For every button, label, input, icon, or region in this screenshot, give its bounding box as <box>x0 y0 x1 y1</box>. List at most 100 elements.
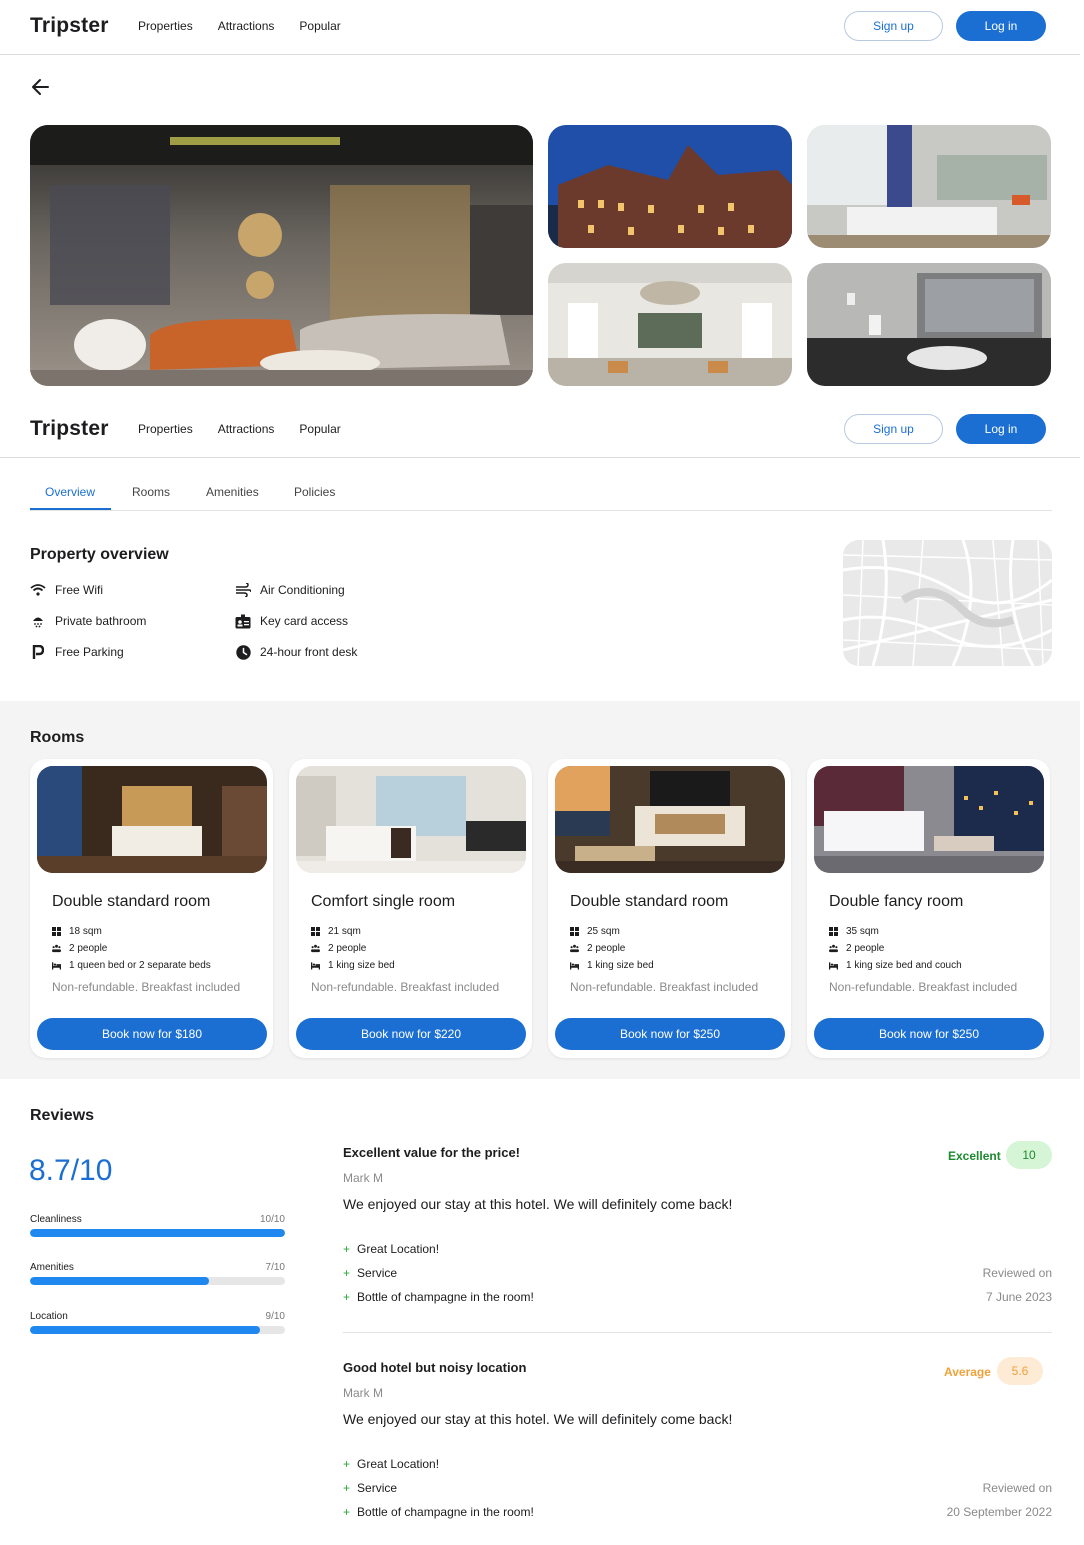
location-map[interactable] <box>843 540 1052 666</box>
room-photo[interactable] <box>814 766 1044 873</box>
gallery-photo-bedroom[interactable] <box>807 125 1051 248</box>
bed-icon <box>311 961 320 970</box>
review-pro: + Bottle of champagne in the room! <box>343 1505 534 1519</box>
nav-popular[interactable]: Popular <box>299 19 340 33</box>
top-header: Tripster Properties Attractions Popular … <box>0 0 1080 55</box>
room-people-text: 2 people <box>846 943 885 954</box>
category-bar <box>30 1277 285 1285</box>
nav-properties[interactable]: Properties <box>138 19 193 33</box>
back-arrow-icon[interactable] <box>30 77 52 97</box>
room-policy: Non-refundable. Breakfast included <box>829 980 1018 994</box>
review-author: Mark M <box>343 1171 383 1185</box>
room-size: 18 sqm <box>52 926 102 937</box>
sticky-nav: Properties Attractions Popular <box>138 422 341 436</box>
review-headline: Good hotel but noisy location <box>343 1360 527 1375</box>
room-card: Double standard room 18 sqm 2 people 1 q… <box>30 759 273 1058</box>
bed-icon <box>52 961 61 970</box>
sticky-signup-button[interactable]: Sign up <box>844 414 943 444</box>
sticky-nav-attractions[interactable]: Attractions <box>218 422 275 436</box>
login-button[interactable]: Log in <box>956 11 1046 41</box>
sticky-nav-properties[interactable]: Properties <box>138 422 193 436</box>
rooms-title: Rooms <box>30 729 85 746</box>
review-pro-text: Great Location! <box>357 1457 440 1471</box>
wifi-icon <box>30 582 46 598</box>
review-divider <box>343 1332 1052 1333</box>
gallery-photo-restaurant[interactable] <box>548 263 792 386</box>
gallery-photo-exterior[interactable] <box>548 125 792 248</box>
review-pro: + Great Location! <box>343 1457 439 1471</box>
property-overview-title: Property overview <box>30 546 169 563</box>
bed-icon <box>829 961 838 970</box>
category-value: 9/10 <box>265 1311 285 1322</box>
logo[interactable]: Tripster <box>30 14 109 38</box>
room-card: Comfort single room 21 sqm 2 people 1 ki… <box>289 759 532 1058</box>
room-people-text: 2 people <box>328 943 367 954</box>
review-rating-label: Average <box>944 1365 991 1379</box>
parking-icon <box>30 644 46 660</box>
section-tabs: Overview Rooms Amenities Policies <box>30 475 1052 511</box>
tab-overview[interactable]: Overview <box>45 485 95 499</box>
room-size-text: 21 sqm <box>328 926 361 937</box>
room-name: Double fancy room <box>829 893 964 910</box>
review-headline: Excellent value for the price! <box>343 1145 521 1160</box>
review-rating-badge: 10 <box>1006 1141 1052 1169</box>
review-pro-text: Bottle of champagne in the room! <box>357 1505 534 1519</box>
gallery-main-photo[interactable] <box>30 125 533 386</box>
tab-policies[interactable]: Policies <box>294 485 335 499</box>
room-photo[interactable] <box>37 766 267 873</box>
plus-icon: + <box>343 1290 351 1304</box>
gallery-photo-bathroom[interactable] <box>807 263 1051 386</box>
book-room-button[interactable]: Book now for $220 <box>296 1018 526 1050</box>
room-people: 2 people <box>52 943 107 954</box>
people-icon <box>570 944 579 953</box>
area-icon <box>570 927 579 936</box>
amenity-parking: Free Parking <box>30 644 124 660</box>
room-card: Double standard room 25 sqm 2 people 1 k… <box>548 759 791 1058</box>
tab-rooms[interactable]: Rooms <box>132 485 170 499</box>
category-label: Amenities <box>30 1262 74 1273</box>
active-tab-indicator <box>30 508 111 510</box>
key-card-icon <box>235 613 251 629</box>
room-name: Comfort single room <box>311 893 456 910</box>
sticky-nav-popular[interactable]: Popular <box>299 422 340 436</box>
plus-icon: + <box>343 1457 351 1471</box>
amenity-bathroom: Private bathroom <box>30 613 146 629</box>
review-pro-text: Service <box>357 1266 398 1280</box>
book-room-button[interactable]: Book now for $180 <box>37 1018 267 1050</box>
area-icon <box>52 927 61 936</box>
room-card: Double fancy room 35 sqm 2 people 1 king… <box>807 759 1050 1058</box>
room-beds: 1 king size bed <box>311 960 395 971</box>
book-room-button[interactable]: Book now for $250 <box>555 1018 785 1050</box>
review-rating-label: Excellent <box>948 1149 1001 1163</box>
review-pro: + Service <box>343 1481 397 1495</box>
room-people: 2 people <box>311 943 366 954</box>
room-beds: 1 king size bed and couch <box>829 960 962 971</box>
amenity-label: Free Wifi <box>55 583 103 597</box>
sticky-logo[interactable]: Tripster <box>30 417 109 441</box>
clock-icon <box>235 644 251 660</box>
plus-icon: + <box>343 1505 351 1519</box>
signup-button[interactable]: Sign up <box>844 11 943 41</box>
room-size: 35 sqm <box>829 926 879 937</box>
nav-attractions[interactable]: Attractions <box>218 19 275 33</box>
room-size-text: 18 sqm <box>69 926 102 937</box>
shower-icon <box>30 613 46 629</box>
room-photo[interactable] <box>296 766 526 873</box>
tab-amenities[interactable]: Amenities <box>206 485 259 499</box>
sticky-login-button[interactable]: Log in <box>956 414 1046 444</box>
room-people-text: 2 people <box>69 943 108 954</box>
room-policy: Non-refundable. Breakfast included <box>570 980 759 994</box>
property-page: Tripster Properties Attractions Popular … <box>0 0 1084 1545</box>
air-conditioning-icon <box>235 582 251 598</box>
book-room-button[interactable]: Book now for $250 <box>814 1018 1044 1050</box>
reviews-title: Reviews <box>30 1107 95 1124</box>
review-rating-badge: 5.6 <box>997 1357 1043 1385</box>
room-people: 2 people <box>829 943 884 954</box>
room-photo[interactable] <box>555 766 785 873</box>
review-item: Good hotel but noisy location Mark M We … <box>343 1357 1052 1525</box>
review-date: 7 June 2023 <box>985 1290 1052 1304</box>
category-bar <box>30 1229 285 1237</box>
amenity-label: Key card access <box>260 614 349 628</box>
category-value: 10/10 <box>259 1214 285 1225</box>
review-pro: + Bottle of champagne in the room! <box>343 1290 534 1304</box>
